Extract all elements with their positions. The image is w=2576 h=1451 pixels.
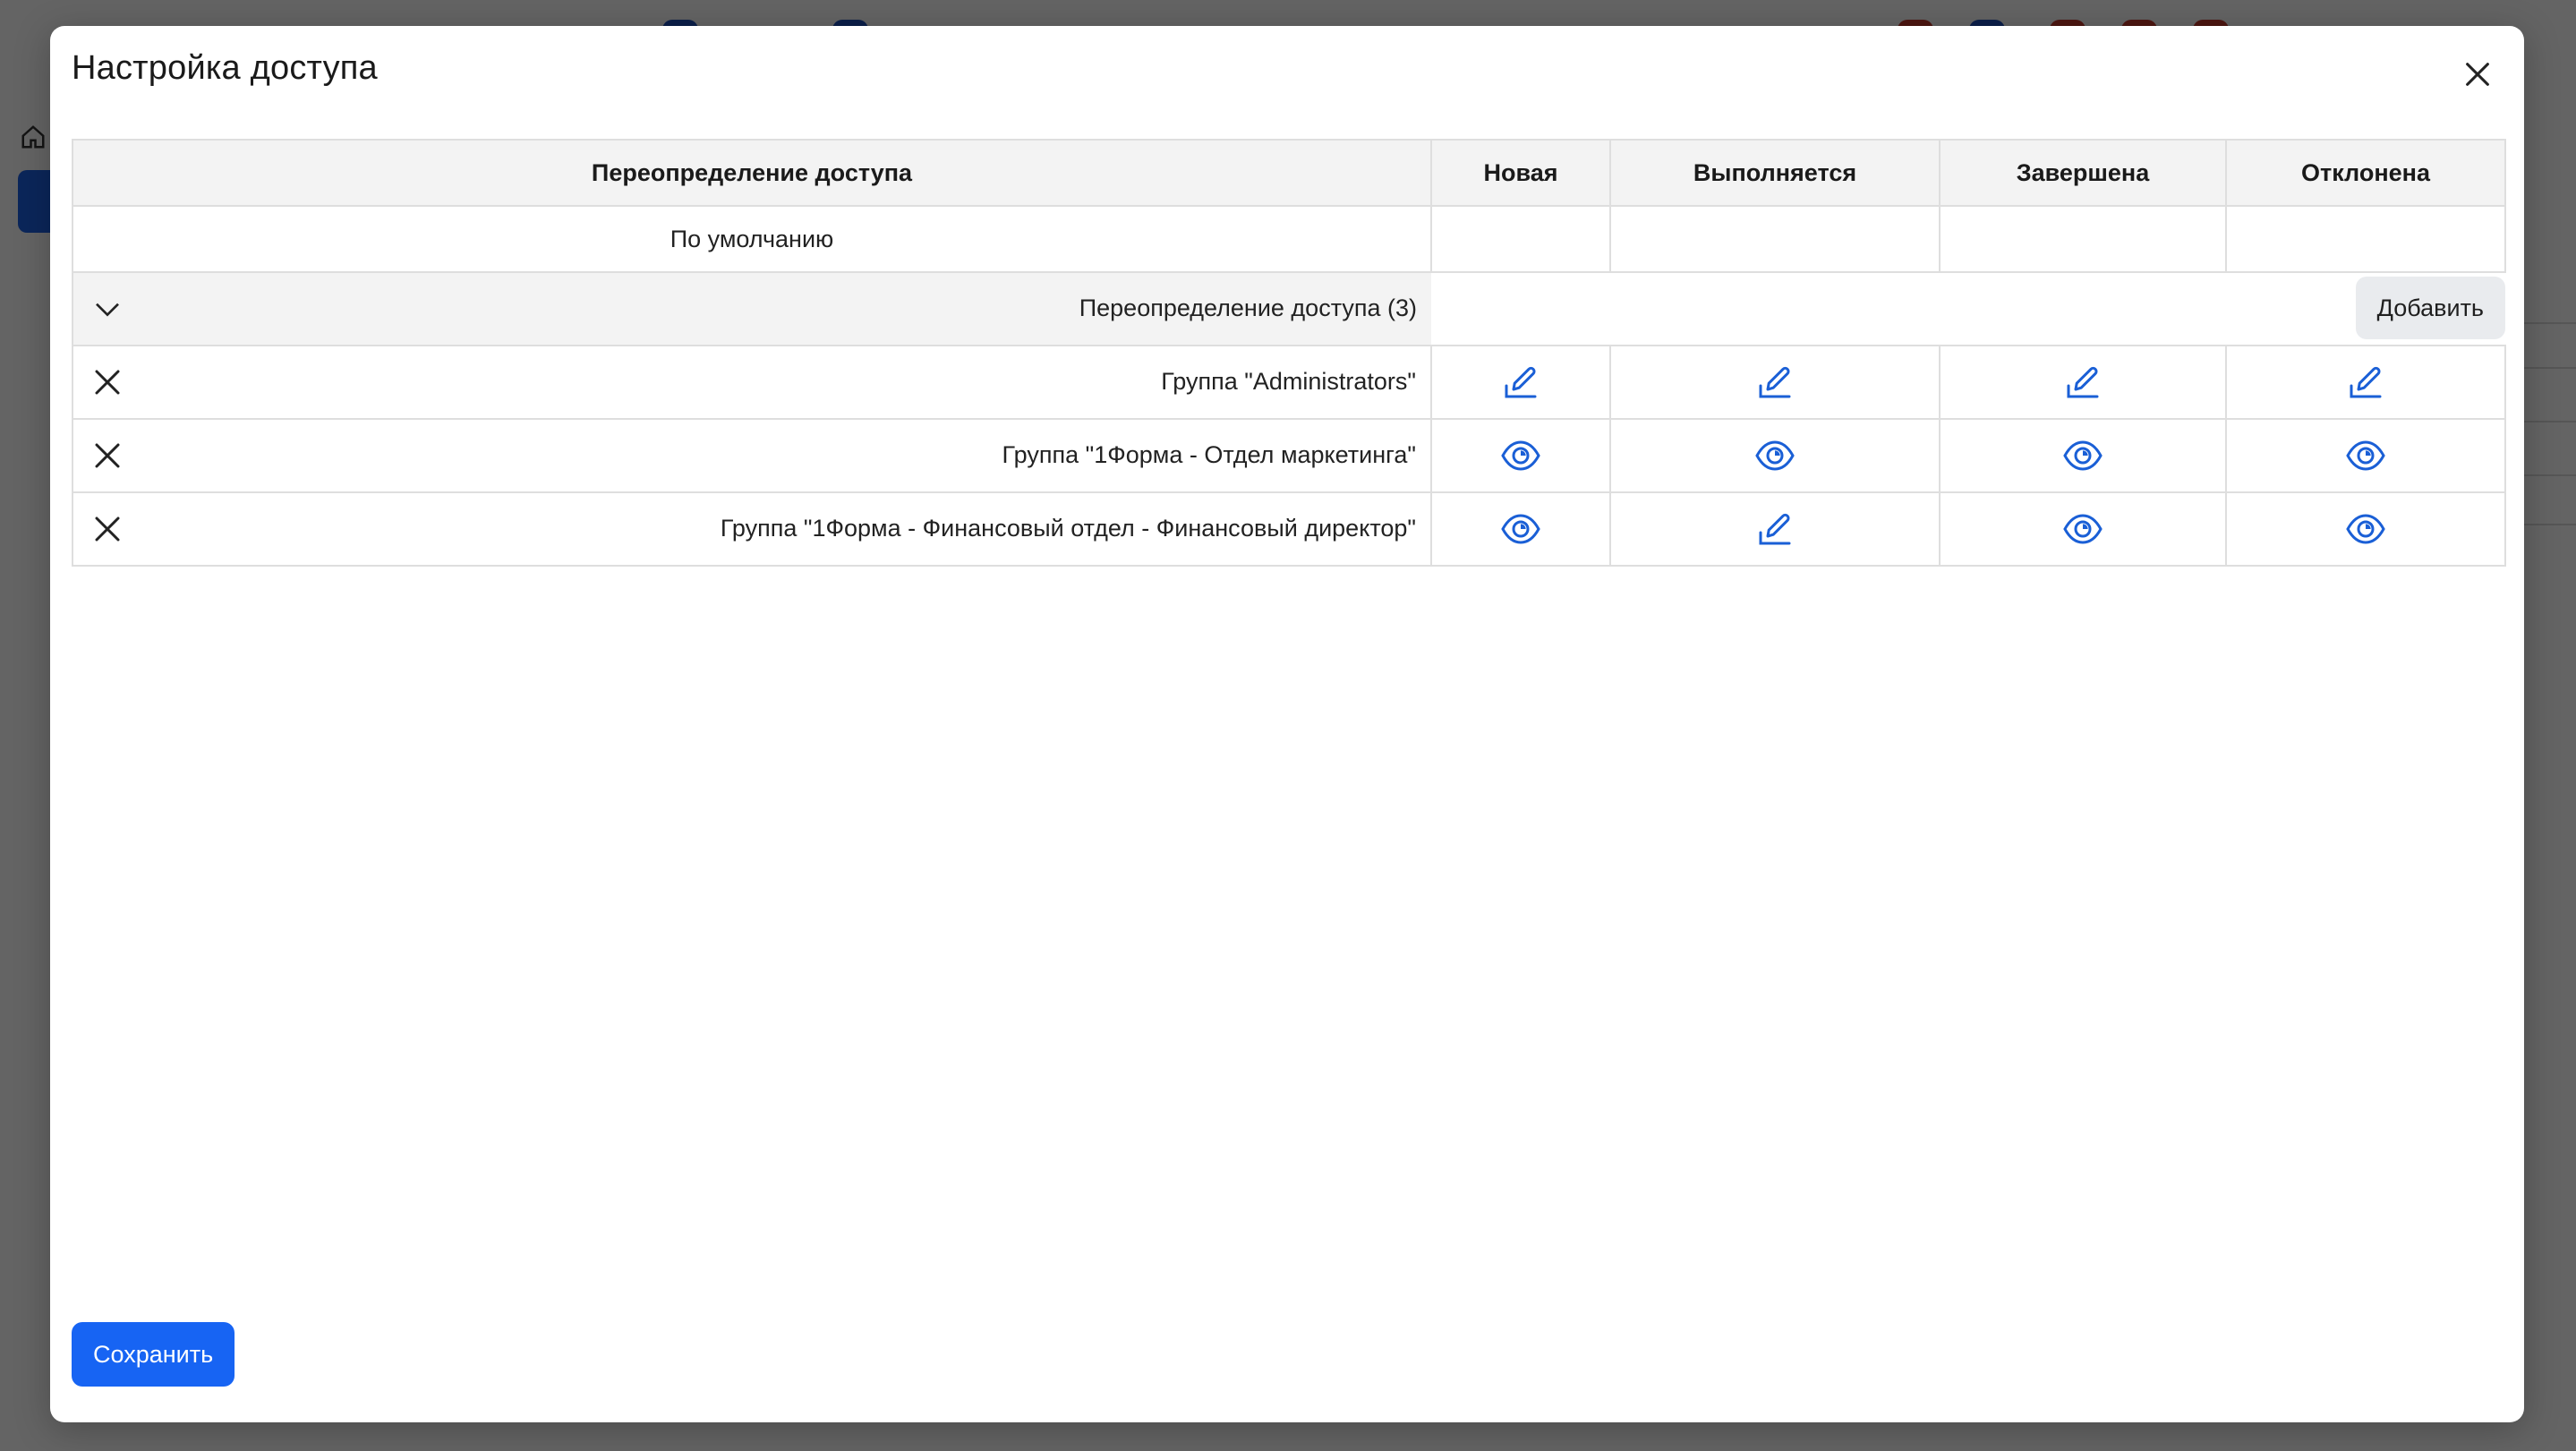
- table-row: Группа "Administrators": [72, 345, 2506, 420]
- table-header-row: Переопределение доступа Новая Выполняетс…: [72, 139, 2506, 207]
- permission-cell-in-progress[interactable]: [1609, 418, 1941, 493]
- modal-title: Настройка доступа: [72, 49, 378, 87]
- add-button[interactable]: Добавить: [2355, 277, 2505, 339]
- override-group-actions: Добавить: [1431, 271, 2505, 346]
- save-button[interactable]: Сохранить: [72, 1322, 235, 1387]
- permission-cell-completed[interactable]: [1939, 418, 2227, 493]
- default-cell-completed[interactable]: [1939, 205, 2227, 273]
- group-name-label: Группа "Administrators": [1161, 368, 1416, 395]
- override-rows: Группа "Administrators" Группа "1Форма - …: [72, 345, 2506, 567]
- group-name-label: Группа "1Форма - Отдел маркетинга": [1002, 441, 1416, 468]
- permission-cell-in-progress[interactable]: [1609, 491, 1941, 567]
- permission-cell-completed[interactable]: [1939, 345, 2227, 420]
- permission-cell-rejected[interactable]: [2225, 418, 2506, 493]
- chevron-down-icon[interactable]: [91, 294, 124, 323]
- column-header-override: Переопределение доступа: [72, 139, 1432, 207]
- eye-view-icon[interactable]: [1499, 508, 1542, 551]
- access-settings-modal: Настройка доступа Переопределение доступ…: [50, 26, 2524, 1422]
- permission-cell-rejected[interactable]: [2225, 345, 2506, 420]
- table-row: Группа "1Форма - Финансовый отдел - Фина…: [72, 491, 2506, 567]
- column-header-completed: Завершена: [1939, 139, 2227, 207]
- permission-cell-completed[interactable]: [1939, 491, 2227, 567]
- remove-row-icon[interactable]: [91, 513, 124, 545]
- default-cell-rejected[interactable]: [2225, 205, 2506, 273]
- default-cell-in-progress[interactable]: [1609, 205, 1941, 273]
- group-name-cell: Группа "1Форма - Отдел маркетинга": [72, 418, 1432, 493]
- remove-row-icon[interactable]: [91, 440, 124, 472]
- pencil-edit-icon[interactable]: [2061, 361, 2104, 404]
- permission-cell-new[interactable]: [1430, 418, 1611, 493]
- remove-row-icon[interactable]: [91, 366, 124, 398]
- eye-view-icon[interactable]: [2061, 434, 2104, 477]
- eye-view-icon[interactable]: [2344, 434, 2387, 477]
- group-name-label: Группа "1Форма - Финансовый отдел - Фина…: [720, 515, 1416, 542]
- group-name-cell: Группа "1Форма - Финансовый отдел - Фина…: [72, 491, 1432, 567]
- permission-cell-new[interactable]: [1430, 491, 1611, 567]
- eye-view-icon[interactable]: [2344, 508, 2387, 551]
- override-group-header[interactable]: Переопределение доступа (3): [72, 271, 1431, 346]
- pencil-edit-icon[interactable]: [1753, 361, 1796, 404]
- eye-view-icon[interactable]: [1499, 434, 1542, 477]
- group-name-cell: Группа "Administrators": [72, 345, 1432, 420]
- pencil-edit-icon[interactable]: [2344, 361, 2387, 404]
- eye-view-icon[interactable]: [2061, 508, 2104, 551]
- pencil-edit-icon[interactable]: [1753, 508, 1796, 551]
- default-row: По умолчанию: [72, 205, 2506, 273]
- column-header-new: Новая: [1430, 139, 1611, 207]
- access-table: Переопределение доступа Новая Выполняетс…: [72, 139, 2506, 567]
- column-header-rejected: Отклонена: [2225, 139, 2506, 207]
- close-button[interactable]: [2456, 53, 2499, 96]
- default-cell-new[interactable]: [1430, 205, 1611, 273]
- close-icon: [2466, 63, 2489, 86]
- default-row-label: По умолчанию: [72, 205, 1432, 273]
- pencil-edit-icon[interactable]: [1499, 361, 1542, 404]
- permission-cell-rejected[interactable]: [2225, 491, 2506, 567]
- column-header-in-progress: Выполняется: [1609, 139, 1941, 207]
- eye-view-icon[interactable]: [1753, 434, 1796, 477]
- permission-cell-in-progress[interactable]: [1609, 345, 1941, 420]
- permission-cell-new[interactable]: [1430, 345, 1611, 420]
- override-group-row: Переопределение доступа (3) Добавить: [72, 271, 2505, 346]
- override-group-label: Переопределение доступа (3): [1079, 294, 1417, 321]
- table-row: Группа "1Форма - Отдел маркетинга": [72, 418, 2506, 493]
